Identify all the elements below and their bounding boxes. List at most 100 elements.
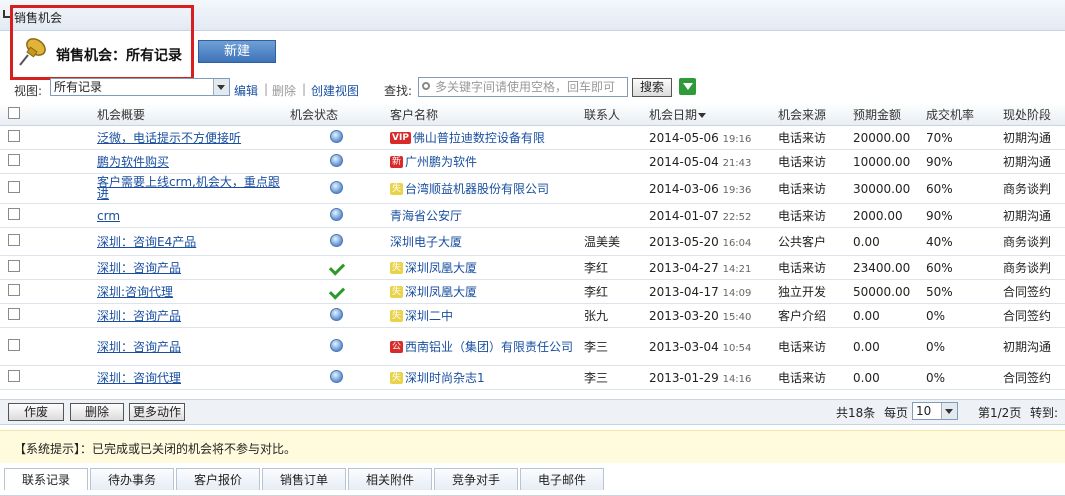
row-checkbox[interactable] xyxy=(8,234,20,246)
opportunity-summary-link[interactable]: 深圳：咨询代理 xyxy=(97,372,181,384)
dropdown-arrow-icon[interactable] xyxy=(941,403,957,419)
tab-orders[interactable]: 销售订单 xyxy=(262,468,346,490)
opportunity-summary-link[interactable]: 深圳：咨询E4产品 xyxy=(97,236,196,248)
customer-name[interactable]: 深圳电子大厦 xyxy=(390,233,462,251)
table-row[interactable]: 泛微，电话提示不方便接听 VIP 佛山普拉迪数控设备有限 2014-05-06 19:… xyxy=(0,125,1065,150)
view-select[interactable]: 所有记录 xyxy=(50,78,230,96)
current-stage: 合同签约 xyxy=(1003,279,1065,304)
table-row[interactable]: 深圳：咨询产品 公西南铝业（集团）有限责任公司 李三 2013-03-04 10:54… xyxy=(0,327,1065,366)
create-view-link[interactable]: 创建视图 xyxy=(311,82,359,99)
search-label: 查找: xyxy=(384,84,413,98)
close-probability: 50% xyxy=(926,279,1003,304)
status-dot-icon xyxy=(330,129,343,143)
opportunity-summary-link[interactable]: 客户需要上线crm,机会大，重点跟进 xyxy=(97,176,285,200)
sort-desc-icon xyxy=(698,112,707,118)
opportunity-source: 电话来访 xyxy=(778,125,853,150)
opportunity-summary-link[interactable]: 深圳：咨询产品 xyxy=(97,341,181,353)
col-source[interactable]: 机会来源 xyxy=(778,103,853,126)
per-page-select[interactable]: 10 xyxy=(912,402,958,420)
current-stage: 商务谈判 xyxy=(1003,255,1065,280)
opportunity-source: 公共客户 xyxy=(778,227,853,256)
col-customer[interactable]: 客户名称 xyxy=(390,103,584,126)
opportunity-summary-link[interactable]: 深圳：咨询产品 xyxy=(97,310,181,322)
customer-name[interactable]: 深圳凤凰大厦 xyxy=(405,283,477,301)
col-status[interactable]: 机会状态 xyxy=(290,103,390,126)
table-row[interactable]: 深圳：咨询E4产品 深圳电子大厦 温美美 2013-05-20 16:04 公共客户 0.… xyxy=(0,227,1065,256)
search-button[interactable]: 搜索 xyxy=(632,78,672,97)
col-probability[interactable]: 成交机率 xyxy=(926,103,1003,126)
customer-name[interactable]: 深圳二中 xyxy=(405,307,453,325)
opportunity-summary-link[interactable]: 泛微，电话提示不方便接听 xyxy=(97,132,241,144)
row-checkbox[interactable] xyxy=(8,154,20,166)
row-checkbox[interactable] xyxy=(8,370,20,382)
void-button[interactable]: 作废 xyxy=(8,403,64,421)
contact-name: 李红 xyxy=(584,255,649,280)
contact-name: 张九 xyxy=(584,303,649,328)
customer-name[interactable]: 深圳凤凰大厦 xyxy=(405,259,477,277)
separator: | xyxy=(302,82,307,96)
status-dot-icon xyxy=(330,153,343,167)
table-row[interactable]: 深圳:咨询代理 失深圳凤凰大厦 李红 2013-04-17 14:09 独立开发 5000… xyxy=(0,279,1065,304)
row-checkbox[interactable] xyxy=(8,130,20,142)
table-row[interactable]: crm 青海省公安厅 2014-01-07 22:52 电话来访 2000.00 90% 初… xyxy=(0,203,1065,228)
opportunity-source: 电话来访 xyxy=(778,149,853,174)
customer-name[interactable]: 广州鹏为软件 xyxy=(405,153,477,171)
completed-check-icon xyxy=(328,282,346,300)
tab-todo[interactable]: 待办事务 xyxy=(90,468,174,490)
delete-button[interactable]: 删除 xyxy=(70,403,124,421)
opportunity-summary-link[interactable]: 鹏为软件购买 xyxy=(97,156,169,168)
row-checkbox[interactable] xyxy=(8,308,20,320)
table-row[interactable]: 深圳：咨询代理 失深圳时尚杂志1 李三 2013-01-29 14:16 电话来访 0.0… xyxy=(0,365,1065,390)
opportunity-summary-link[interactable]: 深圳：咨询产品 xyxy=(97,262,181,274)
customer-name[interactable]: 台湾顺益机器股份有限公司 xyxy=(405,180,549,198)
select-all-checkbox[interactable] xyxy=(8,106,20,119)
customer-name[interactable]: 西南铝业（集团）有限责任公司 xyxy=(405,338,573,356)
related-tabs: 联系记录 待办事务 客户报价 销售订单 相关附件 竞争对手 电子邮件 xyxy=(0,466,1065,496)
customer-name[interactable]: 深圳时尚杂志1 xyxy=(405,369,485,387)
close-probability: 0% xyxy=(926,365,1003,390)
opportunity-date: 2013-04-17 xyxy=(649,284,719,299)
opportunity-summary-link[interactable]: crm xyxy=(97,210,120,222)
status-dot-icon xyxy=(330,180,343,194)
row-checkbox[interactable] xyxy=(8,339,20,351)
table-row[interactable]: 鹏为软件购买 新广州鹏为软件 2014-05-04 21:43 电话来访 10000.0… xyxy=(0,149,1065,174)
tab-email[interactable]: 电子邮件 xyxy=(520,468,604,490)
opportunity-summary-link[interactable]: 深圳:咨询代理 xyxy=(97,286,173,298)
table-row[interactable]: 客户需要上线crm,机会大，重点跟进 失台湾顺益机器股份有限公司 2014-03-0… xyxy=(0,173,1065,204)
opportunity-date: 2013-03-20 xyxy=(649,308,719,323)
view-label: 视图: xyxy=(14,84,43,98)
col-summary[interactable]: 机会概要 xyxy=(97,103,290,126)
row-checkbox[interactable] xyxy=(8,181,20,193)
edit-view-link[interactable]: 编辑 xyxy=(234,82,258,99)
tab-attachments[interactable]: 相关附件 xyxy=(348,468,432,490)
table-row[interactable]: 深圳：咨询产品 失深圳二中 张九 2013-03-20 15:40 客户介绍 0.00 0%… xyxy=(0,303,1065,328)
close-probability: 60% xyxy=(926,173,1003,204)
customer-name[interactable]: 佛山普拉迪数控设备有限 xyxy=(413,129,545,147)
opportunity-date: 2013-03-04 xyxy=(649,339,719,354)
opportunity-time: 14:16 xyxy=(722,373,752,385)
col-contact[interactable]: 联系人 xyxy=(584,103,649,126)
tab-quotes[interactable]: 客户报价 xyxy=(176,468,260,490)
new-button[interactable]: 新建 xyxy=(198,40,276,63)
download-icon[interactable] xyxy=(679,78,696,95)
opportunity-time: 22:52 xyxy=(722,211,752,223)
search-input[interactable]: 多关键字间请使用空格，回车即可 xyxy=(418,77,628,97)
customer-name[interactable]: 青海省公安厅 xyxy=(390,207,462,225)
row-checkbox[interactable] xyxy=(8,260,20,272)
page-title: 销售机会：所有记录 xyxy=(56,48,182,64)
col-amount[interactable]: 预期金额 xyxy=(853,103,926,126)
opportunity-time: 14:09 xyxy=(722,287,752,299)
dropdown-arrow-icon[interactable] xyxy=(213,79,229,95)
col-stage[interactable]: 现处阶段 xyxy=(1003,103,1065,126)
row-checkbox[interactable] xyxy=(8,208,20,220)
more-actions-button[interactable]: 更多动作 xyxy=(129,403,185,421)
row-checkbox[interactable] xyxy=(8,284,20,296)
delete-view-link[interactable]: 删除 xyxy=(272,82,296,99)
tab-contact-records[interactable]: 联系记录 xyxy=(4,468,88,490)
pushpin-icon xyxy=(19,38,46,66)
tab-competitors[interactable]: 竞争对手 xyxy=(434,468,518,490)
table-row[interactable]: 深圳：咨询产品 失深圳凤凰大厦 李红 2013-04-27 14:21 电话来访 2340… xyxy=(0,255,1065,280)
col-date[interactable]: 机会日期 xyxy=(649,103,778,126)
search-icon xyxy=(422,82,430,90)
table-header: 机会概要 机会状态 客户名称 联系人 机会日期 机会来源 预期金额 成交机率 现… xyxy=(0,103,1065,126)
